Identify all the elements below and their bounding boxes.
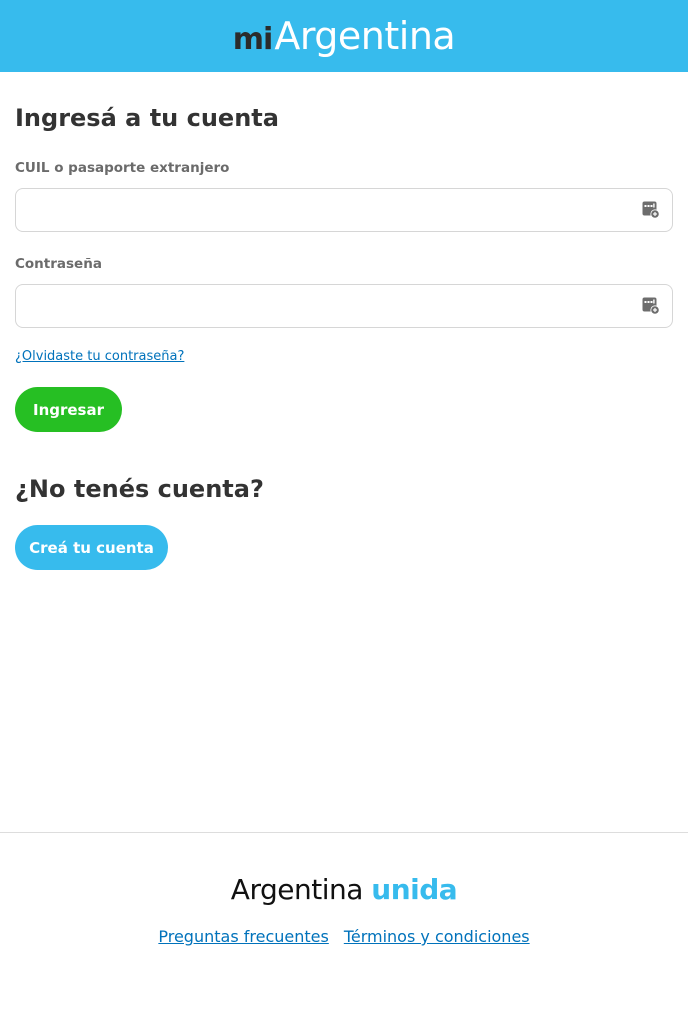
cuil-input[interactable] <box>16 189 672 231</box>
create-account-button[interactable]: Creá tu cuenta <box>15 525 168 570</box>
site-footer: Argentina unida Preguntas frecuentes Tér… <box>0 832 688 1031</box>
signup-title: ¿No tenés cuenta? <box>15 475 264 503</box>
faq-link[interactable]: Preguntas frecuentes <box>158 927 328 946</box>
logo-argentina-text: Argentina <box>274 14 456 58</box>
password-label: Contraseña <box>15 256 102 272</box>
page-title: Ingresá a tu cuenta <box>15 104 279 132</box>
site-header: mi Argentina <box>0 0 688 72</box>
password-manager-icon[interactable] <box>642 201 660 219</box>
login-button[interactable]: Ingresar <box>15 387 122 432</box>
footer-links: Preguntas frecuentes Términos y condicio… <box>0 927 688 946</box>
password-manager-icon[interactable] <box>642 297 660 315</box>
argentina-unida-logo: Argentina unida <box>0 873 688 906</box>
brand-unida-text: unida <box>371 873 458 906</box>
password-field-wrapper <box>15 284 673 328</box>
mi-argentina-logo[interactable]: mi Argentina <box>232 14 456 58</box>
forgot-password-link[interactable]: ¿Olvidaste tu contraseña? <box>15 349 184 364</box>
logo-mi-text: mi <box>232 22 274 57</box>
terms-link[interactable]: Términos y condiciones <box>344 927 530 946</box>
brand-argentina-text: Argentina <box>230 873 364 906</box>
password-input[interactable] <box>16 285 672 327</box>
cuil-label: CUIL o pasaporte extranjero <box>15 160 230 176</box>
cuil-field-wrapper <box>15 188 673 232</box>
